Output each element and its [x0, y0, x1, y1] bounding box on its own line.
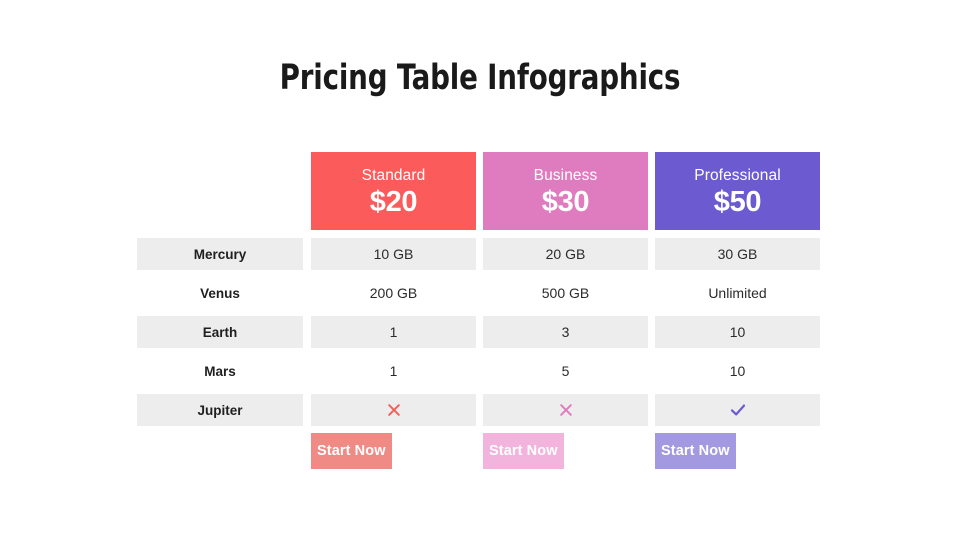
feature-cell-column-0: 1	[311, 355, 476, 387]
feature-cell-column-2: 10	[655, 355, 820, 387]
feature-cell-column-1: 3	[483, 316, 648, 348]
table-row: Venus 200 GB 500 GB Unlimited	[137, 277, 821, 309]
row-label: Jupiter	[137, 394, 303, 426]
feature-value: 500 GB	[541, 285, 590, 301]
row-label: Earth	[137, 316, 303, 348]
feature-cell-column-0	[311, 394, 476, 426]
feature-cell-column-0: 1	[311, 316, 476, 348]
check-icon	[655, 394, 820, 426]
feature-cell-column-2: Unlimited	[655, 277, 820, 309]
feature-cell-column-2: 30 GB	[655, 238, 820, 270]
feature-cell-column-0: 10 GB	[311, 238, 476, 270]
row-label: Mercury	[137, 238, 303, 270]
feature-cell-column-1: 5	[483, 355, 648, 387]
check-icon	[728, 400, 748, 420]
feature-cell-column-1: 500 GB	[483, 277, 648, 309]
plan-card-standard[interactable]: Standard $20	[311, 152, 476, 230]
start-now-button-standard[interactable]: Start Now	[311, 433, 392, 469]
feature-value: 3	[483, 316, 648, 348]
cta-corner-spacer	[137, 433, 303, 469]
start-now-button-professional[interactable]: Start Now	[655, 433, 736, 469]
row-label-cell: Mars	[137, 355, 303, 387]
plan-price: $20	[369, 185, 418, 218]
row-label: Venus	[200, 285, 240, 301]
plan-column-2: Professional $50	[655, 152, 820, 230]
feature-value: 10	[729, 363, 746, 379]
start-now-button-business[interactable]: Start Now	[483, 433, 564, 469]
row-label-cell: Mercury	[137, 238, 303, 270]
table-row: Mars 1 5 10	[137, 355, 821, 387]
header-corner-spacer	[137, 152, 303, 230]
feature-cell-column-1	[483, 394, 648, 426]
page-title: Pricing Table Infographics	[279, 58, 681, 98]
plan-column-1: Business $30	[483, 152, 648, 230]
cta-column-0: Start Now	[311, 433, 476, 469]
feature-cell-column-2: 10	[655, 316, 820, 348]
cross-icon	[311, 394, 476, 426]
feature-value: 30 GB	[655, 238, 820, 270]
cta-column-1: Start Now	[483, 433, 648, 469]
feature-rows: Mercury 10 GB 20 GB 30 GB Venus 200 GB 500 GB U…	[137, 238, 821, 426]
cross-icon	[384, 400, 404, 420]
pricing-table: Standard $20 Business $30 Professional $…	[137, 152, 821, 469]
cta-column-2: Start Now	[655, 433, 820, 469]
feature-cell-column-2	[655, 394, 820, 426]
feature-value: 1	[389, 363, 398, 379]
plan-header-row: Standard $20 Business $30 Professional $…	[137, 152, 821, 230]
feature-value: 10 GB	[311, 238, 476, 270]
plan-name: Professional	[694, 166, 781, 184]
plan-name: Standard	[361, 166, 426, 184]
plan-column-0: Standard $20	[311, 152, 476, 230]
plan-price: $30	[541, 185, 590, 218]
row-label: Mars	[204, 363, 236, 379]
feature-value: 10	[655, 316, 820, 348]
plan-price: $50	[713, 185, 762, 218]
table-row: Jupiter	[137, 394, 821, 426]
row-label-cell: Venus	[137, 277, 303, 309]
table-row: Mercury 10 GB 20 GB 30 GB	[137, 238, 821, 270]
row-label-cell: Jupiter	[137, 394, 303, 426]
feature-value: Unlimited	[708, 285, 767, 301]
plan-card-professional[interactable]: Professional $50	[655, 152, 820, 230]
feature-cell-column-1: 20 GB	[483, 238, 648, 270]
cross-icon	[483, 394, 648, 426]
feature-value: 5	[561, 363, 570, 379]
cta-row: Start Now Start Now Start Now	[137, 433, 821, 469]
plan-card-business[interactable]: Business $30	[483, 152, 648, 230]
plan-name: Business	[533, 166, 598, 184]
feature-cell-column-0: 200 GB	[311, 277, 476, 309]
feature-value: 1	[311, 316, 476, 348]
table-row: Earth 1 3 10	[137, 316, 821, 348]
row-label-cell: Earth	[137, 316, 303, 348]
feature-value: 20 GB	[483, 238, 648, 270]
cross-icon	[556, 400, 576, 420]
feature-value: 200 GB	[369, 285, 418, 301]
